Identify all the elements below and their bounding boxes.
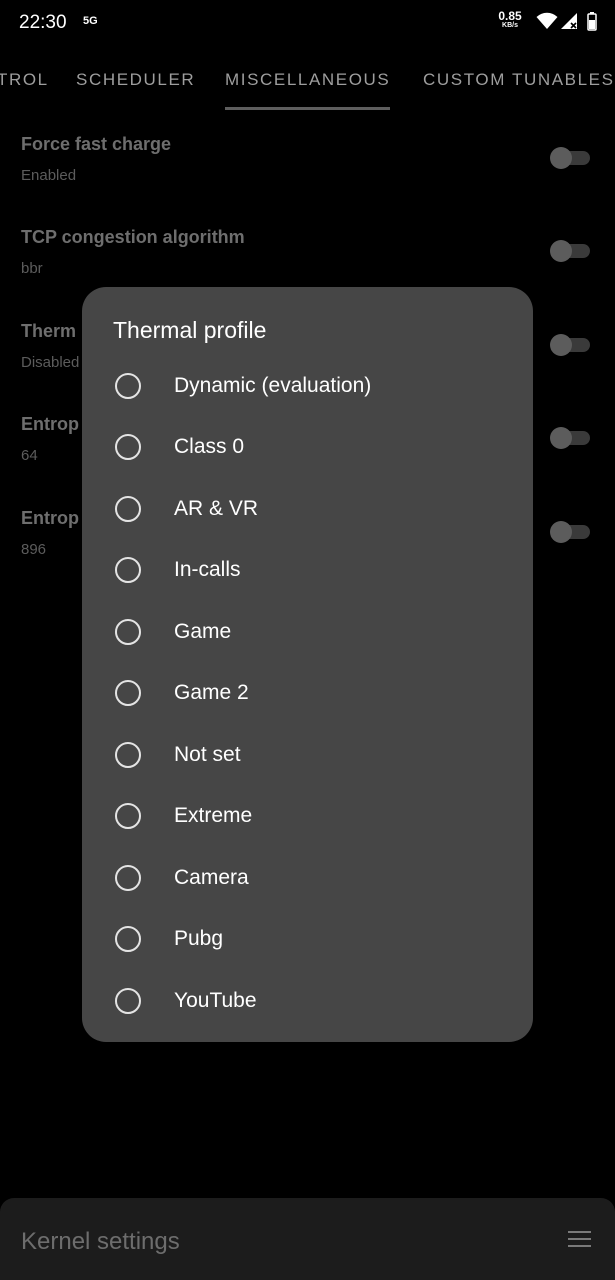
setting-title: Force fast charge <box>21 134 172 154</box>
tab-scheduler[interactable]: SCHEDULER <box>76 70 195 90</box>
tab-custom-tunables[interactable]: CUSTOM TUNABLES <box>423 70 615 90</box>
setting-force-fast-charge[interactable]: Force fast charge Enabled <box>21 134 601 184</box>
tab-miscellaneous[interactable]: MISCELLANEOUS <box>225 70 390 90</box>
option-pubg[interactable]: Pubg <box>82 911 533 967</box>
radio-button[interactable] <box>115 988 141 1014</box>
dialog-title: Thermal profile <box>113 317 267 343</box>
radio-button[interactable] <box>115 619 141 645</box>
radio-button[interactable] <box>115 680 141 706</box>
battery-icon <box>587 12 597 36</box>
radio-button[interactable] <box>115 373 141 399</box>
option-label: Not set <box>174 743 241 766</box>
force-fast-charge-switch[interactable] <box>550 142 592 172</box>
option-extreme[interactable]: Extreme <box>82 788 533 844</box>
option-label: Camera <box>174 866 249 889</box>
option-label: AR & VR <box>174 497 259 520</box>
radio-button[interactable] <box>115 803 141 829</box>
tcp-congestion-switch[interactable] <box>550 235 592 265</box>
network-speed-value: 0.85 <box>498 9 522 23</box>
option-label: YouTube <box>174 989 257 1012</box>
status-time: 22:30 <box>19 12 67 33</box>
option-class-0[interactable]: Class 0 <box>82 419 533 475</box>
wifi-icon <box>536 12 558 35</box>
status-bar: 22:30 5G 0.85 KB/s <box>0 0 615 44</box>
tab-bar: TROL SCHEDULER MISCELLANEOUS CUSTOM TUNA… <box>0 58 615 110</box>
option-label: Game 2 <box>174 681 249 704</box>
thermal-switch[interactable] <box>550 329 592 359</box>
option-in-calls[interactable]: In-calls <box>82 542 533 598</box>
option-ar-vr[interactable]: AR & VR <box>82 481 533 537</box>
active-tab-indicator <box>225 107 390 110</box>
tab-control[interactable]: TROL <box>0 70 49 90</box>
option-game-2[interactable]: Game 2 <box>82 665 533 721</box>
radio-button[interactable] <box>115 865 141 891</box>
network-type-label: 5G <box>83 15 98 27</box>
option-game[interactable]: Game <box>82 604 533 660</box>
option-camera[interactable]: Camera <box>82 850 533 906</box>
option-label: Extreme <box>174 804 253 827</box>
cell-signal-icon <box>560 12 578 35</box>
radio-button[interactable] <box>115 557 141 583</box>
network-speed: 0.85 KB/s <box>494 10 526 29</box>
setting-tcp-congestion[interactable]: TCP congestion algorithm bbr <box>21 227 601 277</box>
bottom-bar: Kernel settings <box>0 1198 615 1280</box>
bottom-bar-title: Kernel settings <box>21 1228 180 1255</box>
radio-button[interactable] <box>115 926 141 952</box>
option-not-set[interactable]: Not set <box>82 727 533 783</box>
option-label: In-calls <box>174 558 241 581</box>
thermal-profile-dialog: Thermal profile Dynamic (evaluation) Cla… <box>82 287 533 1042</box>
option-dynamic-evaluation[interactable]: Dynamic (evaluation) <box>82 358 533 414</box>
radio-button[interactable] <box>115 496 141 522</box>
setting-subtitle: bbr <box>21 260 43 277</box>
network-speed-unit: KB/s <box>502 22 518 29</box>
option-youtube[interactable]: YouTube <box>82 973 533 1029</box>
option-label: Pubg <box>174 927 224 950</box>
setting-title: TCP congestion algorithm <box>21 227 245 247</box>
option-label: Dynamic (evaluation) <box>174 374 372 397</box>
entropy-2-switch[interactable] <box>550 516 592 546</box>
option-label: Class 0 <box>174 435 245 458</box>
entropy-1-switch[interactable] <box>550 422 592 452</box>
hamburger-menu-icon[interactable] <box>562 1226 598 1254</box>
option-label: Game <box>174 620 232 643</box>
radio-button[interactable] <box>115 434 141 460</box>
setting-subtitle: Enabled <box>21 167 77 184</box>
radio-button[interactable] <box>115 742 141 768</box>
